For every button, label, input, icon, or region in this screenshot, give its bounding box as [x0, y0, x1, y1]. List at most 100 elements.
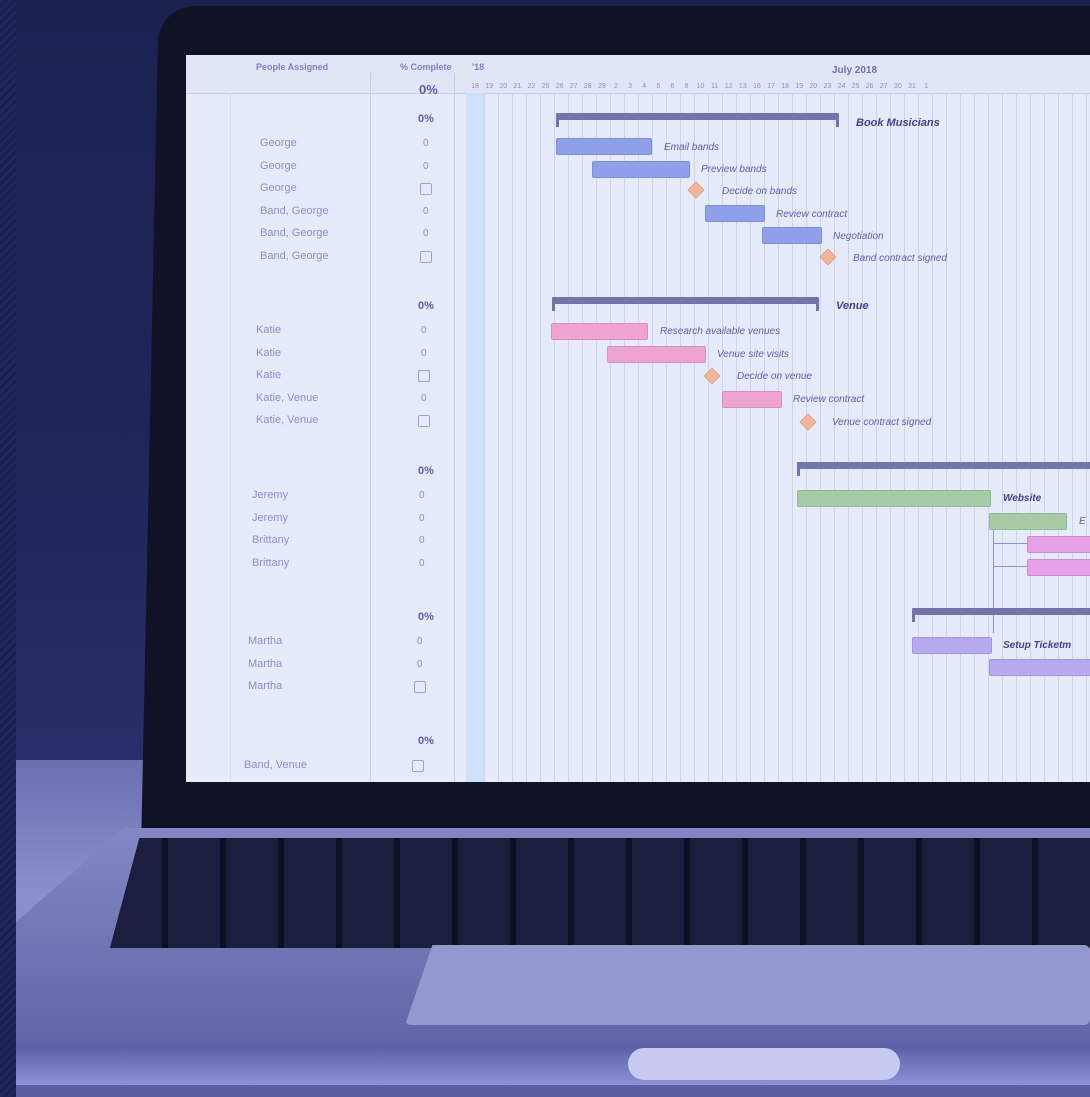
laptop-front-edge: [16, 1045, 1090, 1085]
day-label: 24: [837, 83, 846, 90]
task-label: Venue contract signed: [832, 417, 932, 428]
task-label: Venue site visits: [717, 349, 789, 360]
assignee-cell[interactable]: Jeremy: [252, 512, 288, 524]
assignee-cell[interactable]: Band, George: [260, 250, 329, 262]
assignee-cell[interactable]: George: [260, 182, 297, 194]
keyboard: [110, 838, 1090, 948]
day-label: 3: [628, 83, 633, 90]
day-label: 22: [527, 83, 536, 90]
task-bar[interactable]: [1027, 536, 1090, 553]
percent-cell[interactable]: 0: [419, 490, 425, 501]
task-label: Negotiation: [833, 231, 884, 242]
task-bar[interactable]: [989, 659, 1090, 676]
task-label: Website: [1003, 493, 1042, 504]
assignee-cell[interactable]: Katie, Venue: [256, 414, 318, 426]
day-label: 2: [614, 83, 618, 90]
day-label: 27: [879, 83, 888, 90]
task-bar[interactable]: [592, 161, 690, 178]
day-label: 13: [738, 83, 747, 90]
lid-notch: [628, 1048, 900, 1080]
percent-complete-header[interactable]: % Complete: [400, 62, 452, 72]
complete-checkbox[interactable]: [418, 415, 430, 427]
laptop-screen: People Assigned % Complete '18 July 2018…: [186, 55, 1090, 782]
day-label: 1: [924, 83, 928, 90]
task-bar[interactable]: [762, 227, 822, 244]
day-label: 5: [656, 83, 661, 90]
assignee-cell[interactable]: George: [260, 160, 297, 172]
task-bar[interactable]: [989, 513, 1067, 530]
task-bar[interactable]: [722, 391, 782, 408]
assignee-cell[interactable]: Martha: [248, 680, 282, 692]
task-bar[interactable]: [912, 637, 992, 654]
people-assigned-header[interactable]: People Assigned: [256, 62, 328, 72]
percent-cell[interactable]: 0: [423, 228, 429, 239]
task-bar[interactable]: [705, 205, 765, 222]
day-label: 20: [499, 83, 508, 90]
assignee-cell[interactable]: Jeremy: [252, 489, 288, 501]
percent-cell[interactable]: 0: [423, 161, 429, 172]
group-percent: 0%: [418, 465, 434, 477]
summary-bar[interactable]: [552, 297, 819, 311]
assignee-cell[interactable]: Katie: [256, 324, 281, 336]
percent-cell[interactable]: 0: [423, 138, 429, 149]
summary-bar[interactable]: [912, 608, 1090, 622]
column-divider: [230, 93, 231, 782]
percent-cell[interactable]: 0: [421, 348, 427, 359]
task-label: E: [1079, 516, 1086, 527]
complete-checkbox[interactable]: [418, 370, 430, 382]
complete-checkbox[interactable]: [420, 183, 432, 195]
percent-cell[interactable]: 0: [417, 636, 423, 647]
day-label: 27: [569, 83, 578, 90]
day-label: 17: [767, 83, 775, 90]
task-bar[interactable]: [797, 490, 991, 507]
complete-checkbox[interactable]: [420, 250, 432, 263]
day-label: 19: [795, 83, 804, 90]
task-bar[interactable]: [607, 346, 706, 363]
percent-cell[interactable]: 0: [417, 659, 423, 670]
assignee-cell[interactable]: Brittany: [252, 557, 289, 569]
percent-cell[interactable]: 0: [419, 558, 425, 569]
task-label: Review contract: [793, 394, 865, 405]
percent-cell[interactable]: 0: [419, 535, 425, 546]
summary-bar[interactable]: [556, 113, 839, 127]
group-percent: 0%: [418, 735, 434, 747]
day-label: 20: [809, 83, 818, 90]
assignee-cell[interactable]: Martha: [248, 635, 282, 647]
task-bar[interactable]: [1027, 559, 1090, 576]
percent-cell[interactable]: 0: [423, 206, 429, 217]
day-label: 29: [597, 83, 606, 90]
group-percent: 0%: [418, 113, 434, 125]
left-edge-strip: [0, 0, 16, 1097]
assignee-cell[interactable]: Band, George: [260, 227, 329, 239]
complete-checkbox[interactable]: [414, 681, 426, 693]
percent-cell[interactable]: 0: [421, 393, 427, 404]
task-bar[interactable]: [556, 138, 652, 155]
percent-cell[interactable]: 0: [421, 325, 427, 336]
year-label: '18: [472, 62, 485, 72]
assignee-cell[interactable]: Brittany: [252, 534, 289, 546]
column-divider: [370, 73, 371, 782]
day-label: 23: [823, 83, 832, 90]
day-label: 6: [670, 83, 675, 90]
assignee-cell[interactable]: Katie, Venue: [256, 392, 318, 404]
day-label: 12: [724, 83, 733, 90]
task-label: Decide on bands: [722, 186, 798, 197]
task-bar[interactable]: [551, 323, 648, 340]
summary-bar[interactable]: [797, 462, 1090, 476]
day-label: 4: [642, 83, 647, 90]
dependency-line: [993, 566, 1027, 567]
today-column: [466, 93, 484, 782]
assignee-cell[interactable]: Band, George: [260, 205, 329, 217]
dependency-line: [993, 543, 1027, 544]
assignee-cell[interactable]: Katie: [256, 347, 281, 359]
assignee-cell[interactable]: Martha: [248, 658, 282, 670]
day-label: 28: [583, 83, 592, 90]
assignee-cell[interactable]: George: [260, 137, 297, 149]
day-label: 11: [711, 83, 719, 90]
complete-checkbox[interactable]: [412, 760, 424, 772]
percent-cell[interactable]: 0: [419, 513, 425, 524]
total-percent: 0%: [419, 82, 438, 97]
assignee-cell[interactable]: Band, Venue: [244, 759, 307, 771]
assignee-cell[interactable]: Katie: [256, 369, 281, 381]
task-label: Review contract: [776, 209, 848, 220]
